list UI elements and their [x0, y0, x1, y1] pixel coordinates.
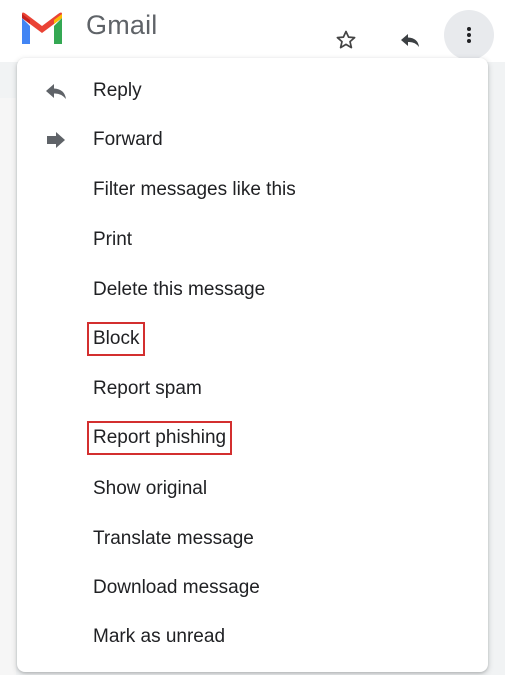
menu-item-label: Download message	[93, 577, 260, 598]
menu-item-label: Report phishing	[86, 421, 233, 455]
menu-item-label: Block	[86, 322, 146, 356]
menu-item-label: Filter messages like this	[93, 179, 296, 200]
menu-item-report-phishing[interactable]: Report phishing	[17, 418, 488, 458]
menu-item-filter-messages[interactable]: Filter messages like this	[17, 170, 488, 210]
menu-item-label: Show original	[93, 478, 208, 499]
menu-item-show-original[interactable]: Show original	[17, 469, 488, 509]
menu-item-label: Report spam	[93, 378, 202, 399]
menu-item-label: Mark as unread	[93, 626, 226, 647]
menu-item-label: Reply	[93, 80, 142, 101]
reply-icon[interactable]	[396, 26, 424, 54]
menu-item-label: Print	[93, 229, 133, 250]
brand-name: Gmail	[86, 10, 158, 40]
gmail-logo[interactable]	[18, 12, 66, 46]
menu-item-block[interactable]: Block	[17, 319, 488, 359]
reply-icon	[43, 79, 69, 103]
star-outline-icon[interactable]	[332, 26, 360, 54]
menu-item-label: Delete this message	[93, 279, 266, 300]
menu-item-mark-as-unread[interactable]: Mark as unread	[17, 617, 488, 657]
menu-item-label: Translate message	[93, 528, 254, 549]
more-actions-menu: Reply Forward Filter messages like this …	[17, 58, 488, 672]
menu-item-label: Forward	[93, 129, 163, 150]
background-page-edge	[0, 98, 16, 675]
forward-icon	[43, 128, 69, 152]
menu-item-download-message[interactable]: Download message	[17, 568, 488, 608]
menu-item-reply[interactable]: Reply	[17, 71, 488, 111]
more-vertical-icon[interactable]	[444, 10, 494, 60]
menu-item-forward[interactable]: Forward	[17, 120, 488, 160]
menu-item-translate-message[interactable]: Translate message	[17, 519, 488, 559]
top-header: Gmail	[0, 0, 505, 62]
menu-item-report-spam[interactable]: Report spam	[17, 369, 488, 409]
gmail-screen: Gmail Reply Forward Filter messages like…	[0, 0, 505, 675]
menu-item-print[interactable]: Print	[17, 220, 488, 260]
menu-item-delete-message[interactable]: Delete this message	[17, 270, 488, 310]
